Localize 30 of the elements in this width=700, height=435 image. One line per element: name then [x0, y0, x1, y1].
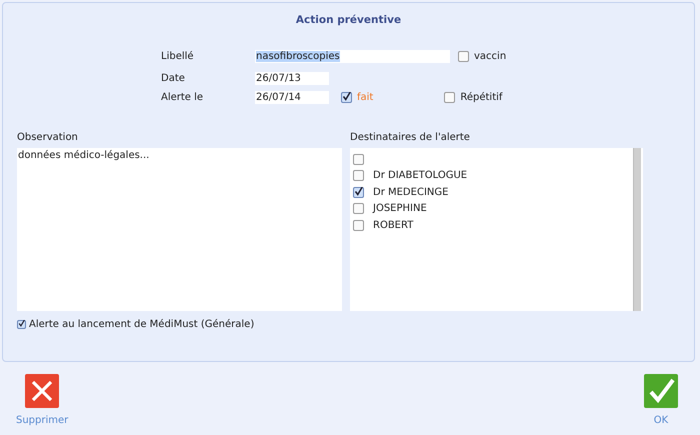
field-label: Date	[161, 72, 186, 84]
observation-textarea[interactable]: données médico-légales...	[17, 148, 342, 311]
checkbox[interactable]	[353, 186, 364, 198]
date-field[interactable]: 26/07/14	[255, 90, 329, 104]
checkbox[interactable]	[353, 203, 364, 214]
input-field[interactable]: nasofibroscopies	[255, 50, 450, 62]
recipient-name: JOSEPHINE	[373, 203, 427, 214]
checkbox-label: Répétitif	[460, 92, 502, 102]
checkbox-label: fait	[357, 92, 374, 102]
recipient-name: Dr DIABETOLOGUE	[373, 170, 468, 182]
dialog-title: Action préventive	[294, 14, 402, 28]
scrollbar[interactable]	[633, 148, 641, 311]
checkbox[interactable]	[444, 92, 456, 102]
date-field[interactable]: 26/07/13	[255, 72, 329, 84]
section-label: Observation	[17, 132, 79, 145]
checkbox-label: vaccin	[474, 50, 506, 62]
checkbox[interactable]	[353, 154, 364, 165]
checkbox-label: Alerte au lancement de MédiMust (Générale)	[29, 319, 254, 330]
recipient-name: ROBERT	[373, 220, 414, 231]
recipient-name: Dr MEDECINGE	[373, 186, 448, 198]
checkbox[interactable]	[341, 92, 352, 102]
close-icon	[25, 374, 60, 408]
checkbox[interactable]	[458, 50, 469, 62]
field-label: Alerte le	[161, 92, 204, 102]
checkbox[interactable]	[353, 170, 364, 182]
checkmark-icon	[644, 374, 678, 408]
checkbox[interactable]	[17, 320, 26, 329]
field-label: Libellé	[161, 50, 195, 62]
checkbox[interactable]	[353, 220, 364, 231]
section-label: Destinataires de l'alerte	[350, 132, 471, 145]
